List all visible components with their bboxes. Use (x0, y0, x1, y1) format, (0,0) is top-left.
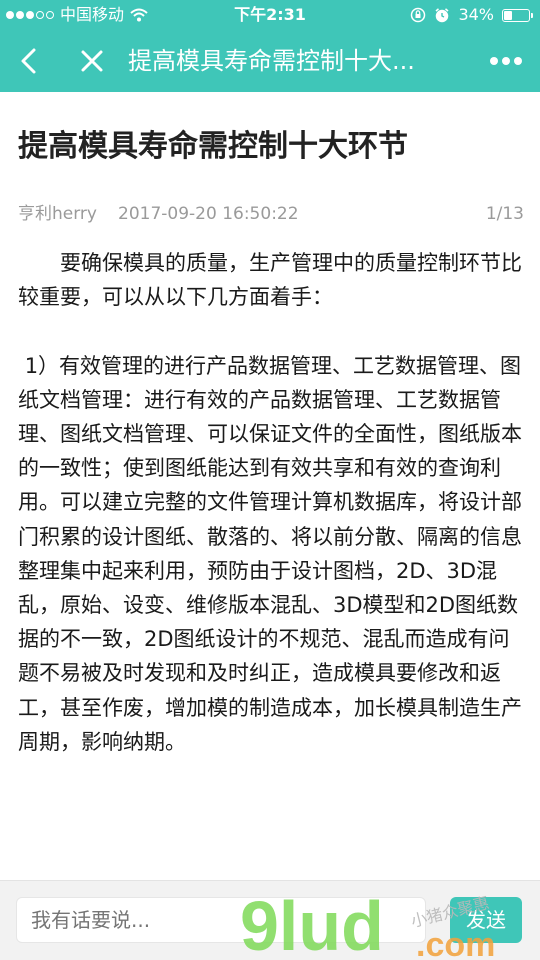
article-meta: 亨利herry 2017-09-20 16:50:22 1/13 (18, 200, 524, 228)
comment-bar: 发送 (0, 880, 540, 960)
send-button[interactable]: 发送 (450, 897, 522, 943)
article-title: 提高模具寿命需控制十大环节 (18, 129, 408, 164)
battery-icon (502, 8, 533, 22)
article-paragraph: 要确保模具的质量，生产管理中的质量控制环节比较重要，可以从以下几方面着手： (18, 251, 522, 310)
close-icon[interactable] (72, 41, 112, 81)
nav-title: 提高模具寿命需控制十大... (128, 47, 415, 75)
rotation-lock-icon (411, 7, 426, 23)
battery-percent: 34% (458, 5, 494, 24)
article-paragraph: 1）有效管理的进行产品数据管理、工艺数据管理、图纸文档管理：进行有效的产品数据管… (18, 353, 522, 754)
status-bar: 中国移动 下午2:31 34% (0, 0, 540, 30)
comment-input[interactable] (16, 897, 426, 943)
alarm-icon (435, 8, 449, 23)
more-icon[interactable] (486, 48, 526, 74)
top-bar: 中国移动 下午2:31 34% 提高模具寿命需控制十大... (0, 0, 540, 92)
page-indicator: 1/13 (485, 204, 524, 224)
status-right: 34% (410, 0, 533, 30)
publish-date: 2017-09-20 16:50:22 (118, 204, 299, 224)
back-icon[interactable] (10, 41, 50, 81)
author-link[interactable]: 亨利herry (18, 200, 97, 228)
nav-bar: 提高模具寿命需控制十大... (0, 30, 540, 92)
article-body: 要确保模具的质量，生产管理中的质量控制环节比较重要，可以从以下几方面着手： 1）… (18, 246, 524, 759)
